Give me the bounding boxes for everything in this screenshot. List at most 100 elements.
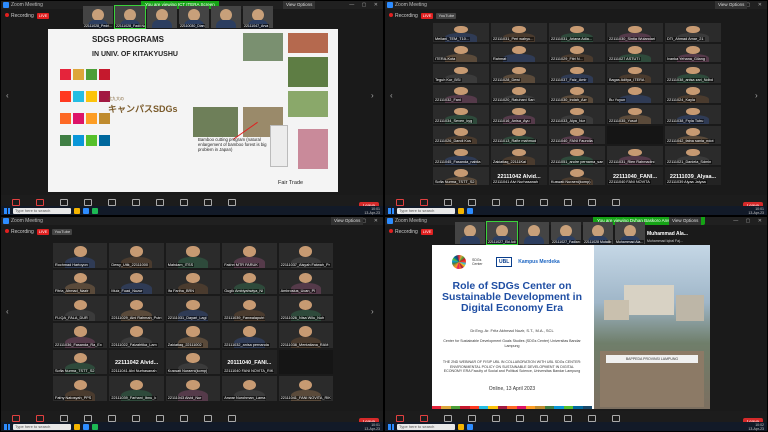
participant-tile[interactable]: Rochmad Hartoyon: [53, 243, 108, 268]
explorer-icon[interactable]: [74, 207, 80, 214]
participant-tile[interactable]: 22111022_Faizahtika_Lam: [109, 322, 164, 348]
participant-thumbnail[interactable]: 22111047_Arva: [243, 6, 273, 28]
taskbar-search[interactable]: Type here to search: [397, 423, 455, 430]
taskbar-search[interactable]: Type here to search: [397, 207, 455, 214]
youtube-badge[interactable]: YouTube: [52, 229, 73, 235]
participant-tile[interactable]: 22111051_andre pernama_sam: [549, 146, 605, 165]
participant-tile[interactable]: Gugik Ambiyahwiya_NI: [222, 269, 277, 295]
participant-tile[interactable]: Bu Yuyun: [607, 84, 663, 103]
participant-tile[interactable]: 20111040_FANI... 22111040 FANI NOVITA_RIK: [222, 349, 277, 375]
participant-tile[interactable]: 22111038_anisa zari_Ndbd: [665, 64, 721, 83]
participant-tile[interactable]: 22111043 Alvid_Nur: [165, 376, 221, 401]
participant-tile[interactable]: Bagas Aditya_ITERA: [607, 64, 663, 83]
explorer-icon[interactable]: [458, 207, 464, 214]
participant-tile[interactable]: 22111031_Rien Rahmadini: [607, 146, 663, 165]
participant-tile[interactable]: 22111031_Dayari_Lagi: [165, 296, 221, 321]
participant-tile[interactable]: 22111031_Ariana Adia...: [549, 23, 605, 42]
participant-tile[interactable]: Muiz_Fuad_Nuzur: [109, 269, 164, 295]
view-options-button[interactable]: View Options: [715, 1, 748, 9]
window-controls[interactable]: — ▢ ✕: [349, 1, 381, 9]
participant-tile[interactable]: 22111026_Nisa Wilu_Nuh: [278, 296, 333, 321]
youtube-badge[interactable]: YouTube: [436, 13, 457, 19]
participant-tile[interactable]: Kuswati Nuraeni(komp): [165, 349, 221, 375]
participant-tile[interactable]: 22111040_FANI... 22111040 FANI NOVITA: [607, 166, 663, 185]
participant-tile[interactable]: 22111033_Alya_Nur: [549, 105, 605, 124]
participant-tile[interactable]: 22111027 ASTUTI: [607, 43, 663, 62]
participant-tile[interactable]: Anwar Nurohman_Lama: [222, 376, 277, 401]
participant-tile[interactable]: 22111038_Mentatiana_RAM: [278, 322, 333, 348]
participant-tile[interactable]: Sofia Nurma_TSTT_S2: [53, 349, 108, 375]
participant-thumbnail[interactable]: Muhammad Ala...: [615, 222, 645, 244]
window-controls[interactable]: — ▢ ✕: [733, 217, 765, 225]
participant-thumbnail[interactable]: 22111027_Eki Adi: [486, 221, 518, 245]
participant-tile[interactable]: Teguh Kur_BSI: [433, 64, 489, 83]
participant-tile[interactable]: 22111045_Fasanda_nabila: [433, 146, 489, 165]
participant-tile[interactable]: Ivanka Yehana_Gilang: [665, 43, 721, 62]
windows-start-icon[interactable]: [4, 423, 10, 430]
participant-tile[interactable]: 22111016_Anisa_Ayu: [491, 105, 547, 124]
participant-tile[interactable]: Sofia Nurma_TSTT_S2: [433, 166, 489, 185]
participant-tile[interactable]: Zakiatlaq_22111Kai: [491, 146, 547, 165]
participant-tile[interactable]: DTI_Ahmad Amar_21: [665, 23, 721, 42]
participant-tile[interactable]: [278, 349, 333, 375]
participant-tile[interactable]: 22111021_Daniela_Sdmln: [665, 146, 721, 165]
participant-tile[interactable]: 22111039_Farhani_Ibnu_k: [109, 376, 164, 401]
participant-tile[interactable]: Rahmat: [491, 43, 547, 62]
participant-tile[interactable]: 22111041_FANI NOVITA_RIK: [278, 376, 333, 401]
participant-thumbnail[interactable]: [211, 6, 241, 28]
participant-tile[interactable]: Ifa Fariha_BRN: [165, 269, 221, 295]
view-options-button[interactable]: View Options: [283, 1, 316, 9]
participant-tile[interactable]: FLIQA_FALA_DUR: [53, 296, 108, 321]
participant-thumbnail[interactable]: 22110030_Dian: [179, 6, 209, 28]
explorer-icon[interactable]: [458, 423, 464, 430]
participant-tile[interactable]: ITERA-Kota: [433, 43, 489, 62]
participant-thumbnail[interactable]: [455, 222, 485, 244]
next-page-arrow-icon[interactable]: ›: [755, 91, 762, 100]
participant-tile[interactable]: 22111042 Alvid... 22111041 Alvi Nurhasana…: [109, 349, 164, 375]
participant-tile[interactable]: 22111040_FANI Faundia: [549, 125, 605, 144]
zoom-app-icon[interactable]: [467, 423, 473, 430]
participant-tile[interactable]: Kuswati Nuraeni(komp): [549, 166, 605, 185]
next-page-arrow-icon[interactable]: ›: [371, 307, 378, 316]
participant-tile[interactable]: 22111042_fatna sania_ndot: [665, 125, 721, 144]
participant-tile[interactable]: 22111035_Yusuf: [607, 105, 663, 124]
participant-tile[interactable]: 22111038_Fryla Tubu: [665, 105, 721, 124]
next-page-arrow-icon[interactable]: ›: [371, 91, 378, 100]
participant-tile[interactable]: 22111039_Fanwalaputri: [222, 296, 277, 321]
zoom-app-icon[interactable]: [467, 207, 473, 214]
taskbar-search[interactable]: Type here to search: [13, 207, 71, 214]
participant-tile[interactable]: [607, 125, 663, 144]
prev-page-arrow-icon[interactable]: ‹: [6, 307, 13, 316]
zoom-app-icon[interactable]: [83, 207, 89, 214]
participant-tile[interactable]: Ambrosius_Ucan_PI: [278, 269, 333, 295]
participant-tile[interactable]: 22111024_Kayla: [665, 84, 721, 103]
app-icon[interactable]: [92, 423, 98, 430]
participant-tile[interactable]: 22111039_Alyaa... 22111039 Alyaa Jalyaa: [665, 166, 721, 185]
view-options-button[interactable]: View Options: [331, 217, 364, 225]
taskbar-search[interactable]: Type here to search: [13, 423, 71, 430]
participant-thumbnail[interactable]: 22111028_Pedri...: [83, 6, 113, 28]
participant-tile[interactable]: 22111020_Ratuhani Sari: [491, 84, 547, 103]
participant-thumbnail[interactable]: [147, 6, 177, 28]
explorer-icon[interactable]: [74, 423, 80, 430]
participant-tile[interactable]: 22111026_Dandi Kus: [433, 125, 489, 144]
zoom-app-icon[interactable]: [83, 423, 89, 430]
participant-tile[interactable]: Mahdam_ITSS: [165, 243, 221, 268]
participant-tile[interactable]: 22111034_Seven_kyg: [433, 105, 489, 124]
windows-start-icon[interactable]: [4, 207, 10, 214]
view-options-button[interactable]: View Options: [669, 217, 702, 225]
participant-tile[interactable]: Fitria_Ahmad_Nazir: [53, 269, 108, 295]
participant-tile[interactable]: 22111032_anisa pernanda: [222, 322, 277, 348]
participant-tile[interactable]: 22111037_Aisyah Fatwah_Pr: [278, 243, 333, 268]
app-icon[interactable]: [92, 207, 98, 214]
participant-thumbnail[interactable]: 22111028 Mutalib: [583, 222, 613, 244]
participant-tile[interactable]: Fathy Natosyah_PPS: [53, 376, 108, 401]
participant-thumbnail[interactable]: 22111028_Fadil Nadia: [114, 5, 146, 29]
participant-tile[interactable]: 22111013_Rafie mahmud: [491, 125, 547, 144]
participant-tile[interactable]: 22111037_Faiz_Amir: [549, 64, 605, 83]
participant-tile[interactable]: 22111029_Fitri N...: [549, 43, 605, 62]
participant-tile[interactable]: 22111030_Sintia Wulandari: [607, 23, 663, 42]
windows-start-icon[interactable]: [388, 207, 394, 214]
participant-thumbnail[interactable]: 22111027_Fadlan Nur: [551, 222, 581, 244]
participant-tile[interactable]: 22111030_Indah_Azr: [549, 84, 605, 103]
